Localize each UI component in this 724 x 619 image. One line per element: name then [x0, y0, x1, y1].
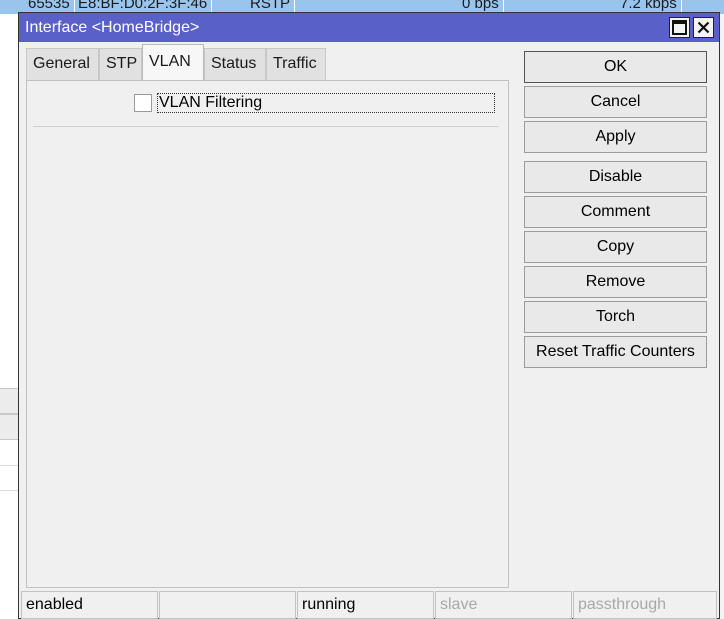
maximize-icon [672, 20, 687, 35]
copy-button[interactable]: Copy [524, 231, 707, 263]
tab-general[interactable]: General [26, 48, 99, 80]
close-button[interactable] [693, 17, 714, 38]
cancel-button[interactable]: Cancel [524, 86, 707, 118]
vlan-tab-panel: VLAN Filtering [26, 80, 509, 588]
maximize-button[interactable] [669, 17, 690, 38]
dialog-title: Interface <HomeBridge> [25, 19, 200, 36]
vlan-filtering-label[interactable]: VLAN Filtering [157, 93, 495, 113]
tab-status[interactable]: Status [204, 48, 266, 80]
disable-button[interactable]: Disable [524, 161, 707, 193]
status-empty [159, 591, 296, 619]
tab-traffic[interactable]: Traffic [266, 48, 326, 80]
dialog-titlebar[interactable]: Interface <HomeBridge> [19, 13, 719, 42]
ok-button[interactable]: OK [524, 51, 707, 83]
torch-button[interactable]: Torch [524, 301, 707, 333]
status-passthrough: passthrough [573, 591, 717, 619]
status-enabled: enabled [21, 591, 158, 619]
tab-vlan[interactable]: VLAN [142, 44, 204, 81]
apply-button[interactable]: Apply [524, 121, 707, 153]
interface-dialog: Interface <HomeBridge> General STP VLAN … [18, 12, 720, 619]
status-slave: slave [435, 591, 572, 619]
comment-button[interactable]: Comment [524, 196, 707, 228]
vlan-filtering-checkbox[interactable] [134, 94, 152, 112]
panel-divider [33, 126, 499, 127]
tab-stp[interactable]: STP [99, 48, 142, 80]
remove-button[interactable]: Remove [524, 266, 707, 298]
reset-traffic-counters-button[interactable]: Reset Traffic Counters [524, 336, 707, 368]
close-icon [697, 21, 710, 34]
status-running: running [297, 591, 434, 619]
